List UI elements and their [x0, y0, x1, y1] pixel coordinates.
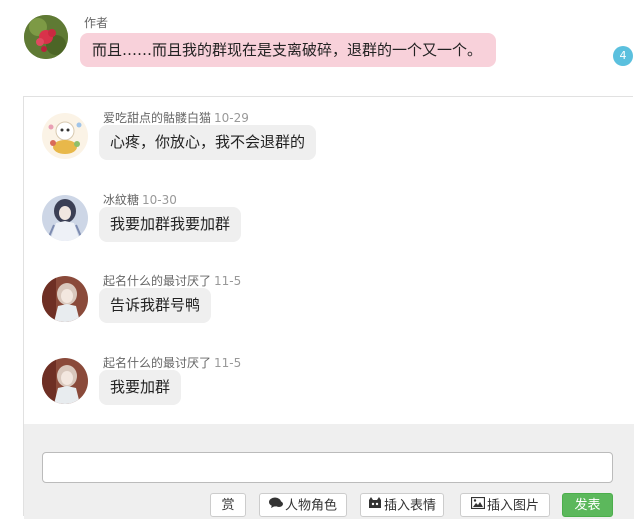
- emoji-icon: [368, 494, 382, 518]
- comment-icon: [268, 494, 283, 518]
- reply-avatar[interactable]: [42, 113, 88, 159]
- post-content: 而且……而且我的群现在是支离破碎，退群的一个又一个。: [80, 33, 497, 67]
- reply-content: 我要加群我要加群: [99, 207, 242, 242]
- submit-label: 发表: [574, 498, 601, 513]
- submit-button[interactable]: 发表: [562, 493, 613, 517]
- insert-image-button[interactable]: 插入图片: [460, 493, 550, 517]
- tip-button[interactable]: 赏: [210, 493, 246, 517]
- reply-meta: 爱吃甜点的骷髅白猫 10-29: [103, 109, 249, 126]
- reply-count-badge[interactable]: 4: [613, 46, 633, 66]
- insert-emoji-label: 插入表情: [383, 498, 436, 514]
- character-role-button[interactable]: 人物角色: [259, 493, 347, 517]
- character-role-label: 人物角色: [284, 498, 337, 514]
- reply-content: 我要加群: [99, 370, 182, 405]
- reply-avatar[interactable]: [42, 195, 88, 241]
- reply-time: 10-30: [142, 193, 177, 207]
- reply-meta: 冰紋糖 10-30: [103, 191, 177, 208]
- author-label: 作者: [84, 16, 109, 30]
- reply-author[interactable]: 爱吃甜点的骷髅白猫: [103, 111, 211, 125]
- comment-input[interactable]: [42, 452, 613, 483]
- reply-content: 告诉我群号鸭: [99, 288, 212, 323]
- reply-content: 心疼，你放心，我不会退群的: [99, 125, 317, 160]
- reply-avatar[interactable]: [42, 276, 88, 322]
- reply-composer: 赏 人物角色 插入表情 插入图片 发表: [24, 424, 634, 519]
- insert-image-label: 插入图片: [486, 498, 539, 514]
- reply-meta: 起名什么的最讨厌了 11-5: [103, 272, 241, 289]
- image-icon: [470, 494, 486, 518]
- insert-emoji-button[interactable]: 插入表情: [360, 493, 444, 517]
- tip-label: 赏: [221, 498, 235, 513]
- reply-avatar[interactable]: [42, 358, 88, 404]
- author-avatar[interactable]: [24, 15, 68, 59]
- replies-panel: 爱吃甜点的骷髅白猫 10-29 心疼，你放心，我不会退群的 冰紋糖 10-30 我要…: [23, 96, 634, 519]
- reply-time: 10-29: [214, 111, 249, 125]
- reply-time: 11-5: [214, 274, 242, 288]
- reply-meta: 起名什么的最讨厌了 11-5: [103, 354, 241, 371]
- reply-author[interactable]: 起名什么的最讨厌了: [103, 356, 211, 370]
- reply-author[interactable]: 冰紋糖: [103, 193, 139, 207]
- reply-author[interactable]: 起名什么的最讨厌了: [103, 274, 211, 288]
- reply-time: 11-5: [214, 356, 242, 370]
